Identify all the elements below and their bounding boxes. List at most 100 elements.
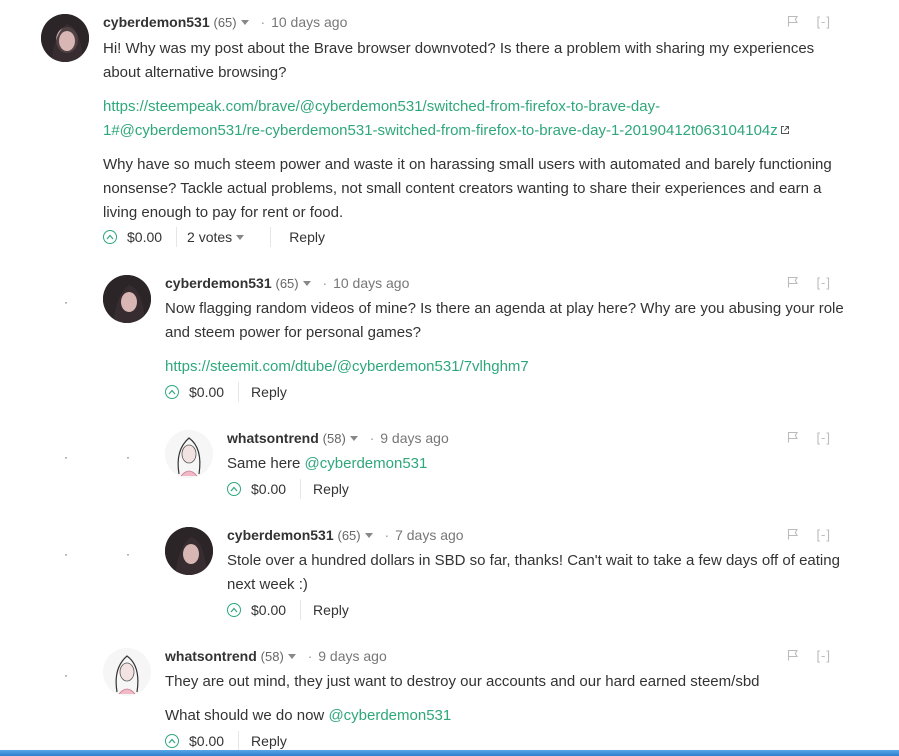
avatar-image [165,527,213,575]
avatar[interactable] [165,430,213,478]
reply-button[interactable]: Reply [238,382,287,402]
flag-icon[interactable] [787,15,799,30]
payout-value[interactable]: $0.00 [189,382,224,402]
comment-text: Now flagging random videos of mine? Is t… [165,300,844,341]
flag-icon[interactable] [787,528,799,543]
reputation-badge: (65) [213,15,237,30]
author-link[interactable]: cyberdemon531 [103,14,210,30]
post-link[interactable]: https://steempeak.com/brave/@cyberdemon5… [103,98,790,139]
separator-dot: · [322,275,328,291]
author-link[interactable]: cyberdemon531 [165,275,272,291]
author-link[interactable]: whatsontrend [227,430,319,446]
reply-button[interactable]: Reply [238,731,287,751]
payout-value[interactable]: $0.00 [251,479,286,499]
payout-value[interactable]: $0.00 [189,731,224,751]
avatar-image [165,430,213,478]
flag-icon[interactable] [787,649,799,664]
comment-tools: [-] [787,14,831,30]
chevron-down-icon[interactable] [240,20,249,26]
separator-dot: · [369,430,375,446]
video-link[interactable]: https://steemit.com/dtube/@cyberdemon531… [165,358,529,375]
comment-link-paragraph: https://steempeak.com/brave/@cyberdemon5… [103,95,843,143]
avatar[interactable] [41,14,89,62]
votes-count[interactable]: 2 votes [187,229,232,245]
collapse-button[interactable]: [-] [816,648,831,663]
timestamp[interactable]: 9 days ago [380,430,449,446]
timestamp[interactable]: 7 days ago [395,527,464,543]
thread-dot: · [64,295,68,309]
thread-dot: · [64,547,68,561]
comment-body: Hi! Why was my post about the Brave brow… [103,37,843,225]
author-link[interactable]: cyberdemon531 [227,527,334,543]
reply-button[interactable]: Reply [300,479,349,499]
chevron-down-icon[interactable] [349,436,358,442]
reputation-badge: (65) [275,276,299,291]
collapse-button[interactable]: [-] [816,527,831,542]
reputation-badge: (58) [260,649,284,664]
separator-dot: · [260,14,266,30]
chevron-down-icon [236,235,245,241]
chevron-down-icon[interactable] [302,281,311,287]
timestamp[interactable]: 10 days ago [271,14,347,30]
thread-dot: · [64,668,68,682]
timestamp[interactable]: 10 days ago [333,275,409,291]
collapse-button[interactable]: [-] [816,275,831,290]
upvote-icon[interactable] [165,385,179,399]
author-link[interactable]: whatsontrend [165,648,257,664]
comment-tools: [-] [787,527,831,543]
chevron-down-icon[interactable] [364,533,373,539]
comment-footer: $0.00 Reply [165,731,287,751]
reputation-badge: (58) [322,431,346,446]
chevron-down-icon[interactable] [287,654,296,660]
reply-button[interactable]: Reply [289,227,325,247]
post-link-line2[interactable]: 1#@cyberdemon531/re-cyberdemon531-switch… [103,122,778,139]
comment-header: cyberdemon531 (65) · 7 days ago [227,527,464,544]
comment-text: Why have so much steem power and waste i… [103,156,832,222]
collapse-button[interactable]: [-] [816,14,831,29]
upvote-icon[interactable] [103,230,117,244]
votes-dropdown[interactable]: 2 votes [176,227,248,247]
reply-button[interactable]: Reply [300,600,349,620]
payout-value[interactable]: $0.00 [251,600,286,620]
comment-body: Now flagging random videos of mine? Is t… [165,297,855,379]
avatar[interactable] [103,275,151,323]
thread-dot: · [126,547,130,561]
external-link-icon [780,119,790,143]
upvote-icon[interactable] [227,482,241,496]
comment-footer: $0.00 Reply [227,600,349,620]
user-mention[interactable]: @cyberdemon531 [328,707,451,724]
comment-body: Same here @cyberdemon531 [227,452,847,476]
comment-footer: $0.00 2 votes Reply [103,227,325,247]
thread-dot: · [126,450,130,464]
collapse-button[interactable]: [-] [816,430,831,445]
comment-tools: [-] [787,430,831,446]
comment-text: Stole over a hundred dollars in SBD so f… [227,552,840,593]
post-link-line1[interactable]: https://steempeak.com/brave/@cyberdemon5… [103,98,660,115]
comment-header: cyberdemon531 (65) · 10 days ago [103,14,347,31]
upvote-icon[interactable] [227,603,241,617]
upvote-icon[interactable] [165,734,179,748]
flag-icon[interactable] [787,276,799,291]
thread-dot: · [64,450,68,464]
avatar[interactable] [103,648,151,696]
flag-icon[interactable] [787,431,799,446]
divider [270,227,272,247]
reputation-badge: (65) [337,528,361,543]
comment-header: whatsontrend (58) · 9 days ago [165,648,387,665]
avatar[interactable] [165,527,213,575]
payout-value[interactable]: $0.00 [127,227,162,247]
comment-text-2: What should we do now [165,707,325,724]
user-mention[interactable]: @cyberdemon531 [305,455,428,472]
timestamp[interactable]: 9 days ago [318,648,387,664]
separator-dot: · [307,648,313,664]
avatar-image [103,275,151,323]
taskbar-edge [0,750,899,756]
comment-body: Stole over a hundred dollars in SBD so f… [227,549,852,597]
separator-dot: · [384,527,390,543]
comment-header: whatsontrend (58) · 9 days ago [227,430,449,447]
comment-tools: [-] [787,275,831,291]
comment-body: They are out mind, they just want to des… [165,670,855,728]
comment-footer: $0.00 Reply [165,382,287,402]
comment-tools: [-] [787,648,831,664]
avatar-image [103,648,151,696]
